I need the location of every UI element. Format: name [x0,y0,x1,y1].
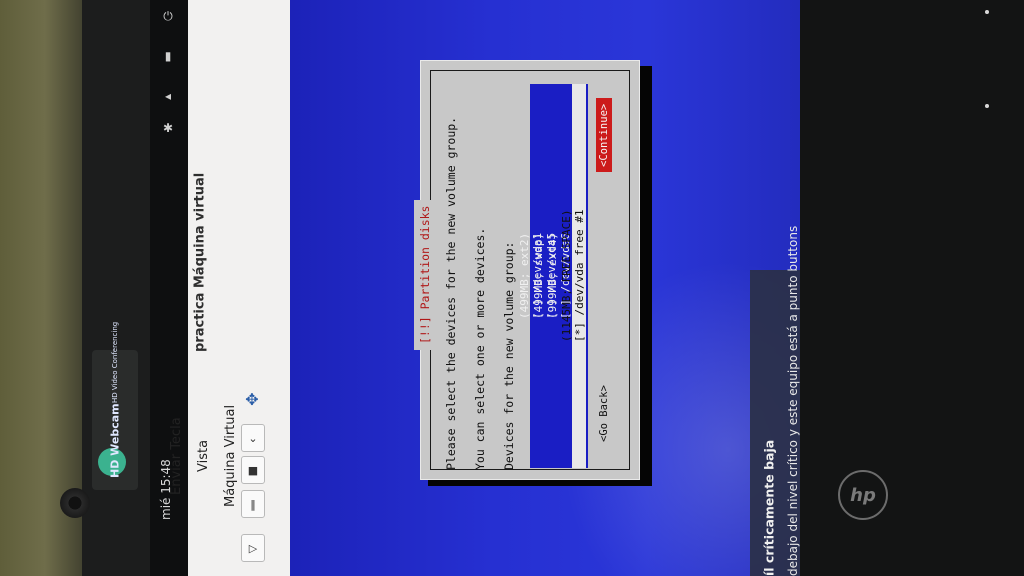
stop-icon[interactable]: ■ [241,456,265,484]
window-title: practica Máquina virtual [192,172,208,353]
instruction-text: Please select the devices for the new vo… [444,116,458,470]
device-info: (499MB; ext2) [518,232,531,320]
photo-scene: HD Webcam HD Video Conferencing mié 15:4… [0,0,1024,576]
chevron-down-icon[interactable]: ⌄ [241,424,265,452]
menu-maquina-virtual[interactable]: Máquina Virtual [223,405,238,507]
device-info: (999MB; ext4) [546,232,559,320]
device-option-free-space[interactable]: [*] /dev/vda free #1 (1145MB; FREE SPACE… [560,84,586,468]
webcam-title: HD Webcam [108,403,122,478]
pause-icon[interactable]: ‖ [241,490,265,518]
fullscreen-icon[interactable]: ✥ [241,386,263,412]
battery-icon[interactable]: ▮ [160,48,176,64]
continue-button[interactable]: <Continue> [596,98,612,172]
play-icon[interactable]: ▷ [241,534,265,562]
webcam-label: HD Webcam HD Video Conferencing [100,322,130,478]
device-label: [*] /dev/vda free #1 [573,210,586,342]
device-checkbox: [*] [573,322,586,343]
device-info: (499MB; swap) [532,232,545,320]
menu-bar: Máquina Virtual Vista Enviar Tecla [169,330,238,576]
device-list: [ ] /dev/vda1 (499MB; ext2) [ ] /dev/vda… [518,84,588,468]
bluetooth-icon[interactable]: ✱ [160,120,176,136]
menu-vista[interactable]: Vista [196,440,211,472]
hp-logo: hp [838,470,888,520]
indicator-led [985,10,989,14]
power-icon[interactable]: ⏻ [160,8,176,24]
menu-enviar-tecla[interactable]: Enviar Tecla [169,417,184,495]
monitor-bezel-right [800,0,1024,576]
device-info: (1145MB; FREE SPACE) [560,209,573,343]
hint-text: You can select one or more devices. [473,227,487,470]
webcam-lens [60,488,90,518]
list-label: Devices for the new volume group: [502,241,516,470]
go-back-button[interactable]: <Go Back> [596,382,612,446]
device-name: /dev/vda free #1 [573,209,586,316]
volume-icon[interactable]: ◂ [160,88,176,104]
indicator-led [985,104,989,108]
dialog-title: [!!] Partition disks [414,200,436,350]
notification-title: íl críticamente baja [761,439,777,576]
webcam-subtitle: HD Video Conferencing [111,322,119,404]
